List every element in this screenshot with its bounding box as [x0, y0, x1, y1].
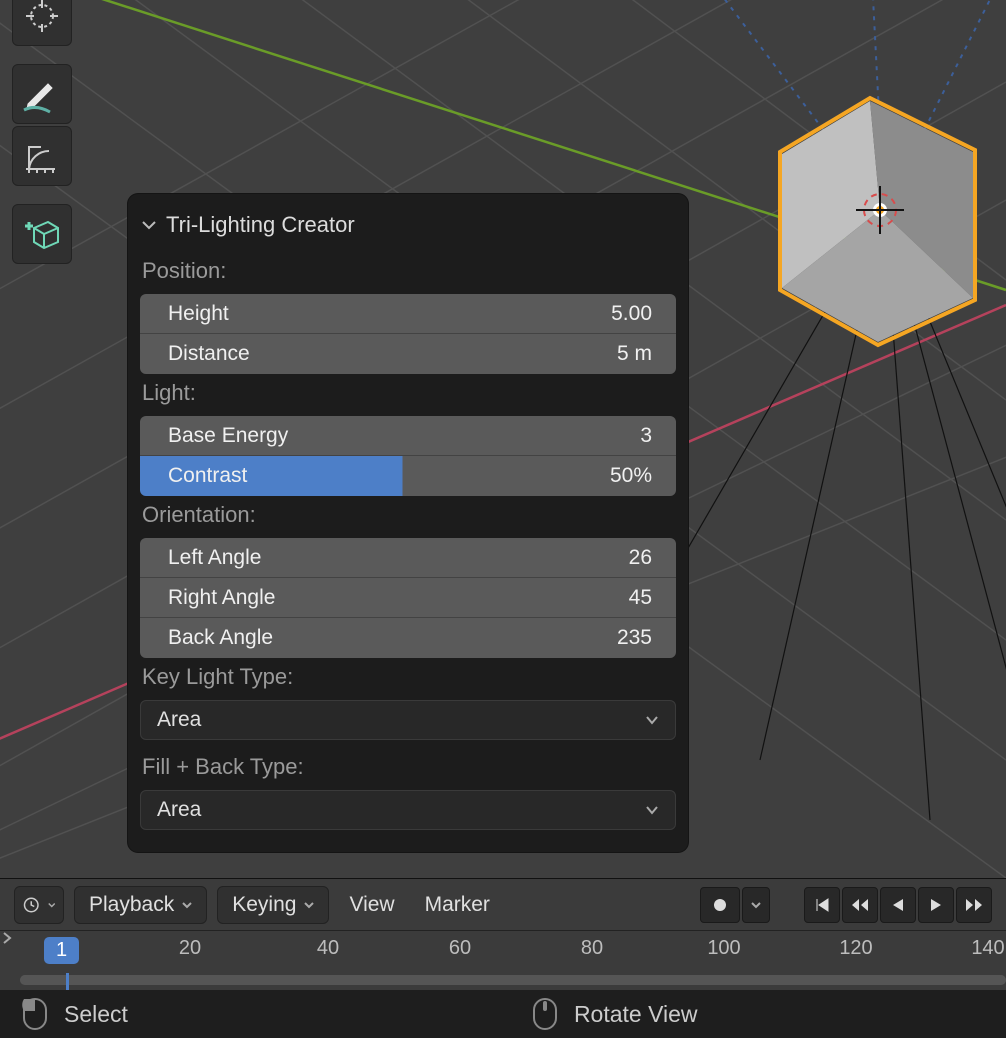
- next-keyframe-icon: [965, 897, 983, 913]
- play-icon: [929, 897, 943, 913]
- ruler-tick: 60: [449, 937, 471, 960]
- panel-title: Tri-Lighting Creator: [166, 212, 355, 238]
- selected-cube-object[interactable]: [770, 90, 990, 350]
- playback-menu[interactable]: Playback: [74, 886, 207, 924]
- field-height[interactable]: Height 5.00: [140, 294, 676, 334]
- dropdown-value: Area: [157, 798, 201, 822]
- play-reverse-button[interactable]: [880, 887, 916, 923]
- add-cube-icon: [22, 214, 62, 254]
- auto-keying-options[interactable]: [742, 887, 770, 923]
- field-value: 50%: [610, 464, 652, 488]
- chevron-down-icon: [645, 713, 659, 727]
- field-value: 26: [629, 546, 652, 570]
- current-frame-indicator[interactable]: 1: [44, 937, 79, 964]
- measure-tool-button[interactable]: [12, 126, 72, 186]
- operator-panel: Tri-Lighting Creator Position: Height 5.…: [128, 194, 688, 852]
- ruler-tick: 40: [317, 937, 339, 960]
- mouse-middle-icon: [532, 997, 558, 1031]
- jump-next-keyframe-button[interactable]: [956, 887, 992, 923]
- dropdown-value: Area: [157, 708, 201, 732]
- marker-menu[interactable]: Marker: [415, 893, 500, 917]
- field-label: Base Energy: [168, 424, 288, 448]
- field-label: Right Angle: [168, 586, 275, 610]
- field-right-angle[interactable]: Right Angle 45: [140, 578, 676, 618]
- playback-controls: [804, 887, 992, 923]
- skip-start-icon: [814, 897, 830, 913]
- status-text: Rotate View: [574, 1001, 698, 1028]
- transform-gizmo-icon: [24, 0, 60, 34]
- view-menu[interactable]: View: [339, 893, 404, 917]
- section-label-position: Position:: [140, 252, 676, 294]
- section-label-orientation: Orientation:: [140, 496, 676, 538]
- pencil-icon: [22, 74, 62, 114]
- field-label: Left Angle: [168, 546, 261, 570]
- ruler-tick: 100: [707, 937, 740, 960]
- field-label: Distance: [168, 342, 250, 366]
- jump-prev-keyframe-button[interactable]: [842, 887, 878, 923]
- timeline-header: Playback Keying View Marker: [0, 879, 1006, 931]
- jump-to-start-button[interactable]: [804, 887, 840, 923]
- field-value: 235: [617, 626, 652, 650]
- field-value: 5.00: [611, 302, 652, 326]
- field-base-energy[interactable]: Base Energy 3: [140, 416, 676, 456]
- field-distance[interactable]: Distance 5 m: [140, 334, 676, 374]
- dropdown-key-light-type[interactable]: Area: [140, 700, 676, 740]
- field-back-angle[interactable]: Back Angle 235: [140, 618, 676, 658]
- transform-tool-button[interactable]: [12, 0, 72, 46]
- section-label-fill-type: Fill + Back Type:: [140, 740, 676, 790]
- record-icon: [713, 898, 727, 912]
- ruler-icon: [23, 137, 61, 175]
- play-button[interactable]: [918, 887, 954, 923]
- add-cube-tool-button[interactable]: [12, 204, 72, 264]
- status-bar: Select Rotate View: [0, 990, 1006, 1038]
- timeline-area: Playback Keying View Marker: [0, 878, 1006, 1038]
- menu-label: Playback: [89, 893, 174, 917]
- chevron-down-icon: [751, 900, 761, 910]
- field-label: Contrast: [168, 464, 247, 488]
- field-label: Height: [168, 302, 229, 326]
- chevron-down-icon: [182, 900, 192, 910]
- auto-keying-group: [700, 887, 770, 923]
- chevron-down-icon: [304, 900, 314, 910]
- ruler-tick: 20: [179, 937, 201, 960]
- clock-icon: [23, 894, 40, 916]
- status-text: Select: [64, 1001, 128, 1028]
- auto-keying-toggle[interactable]: [700, 887, 740, 923]
- section-label-key-type: Key Light Type:: [140, 658, 676, 700]
- field-value: 45: [629, 586, 652, 610]
- chevron-down-icon: [140, 216, 158, 234]
- ruler-tick: 120: [839, 937, 872, 960]
- mouse-left-icon: [22, 997, 48, 1031]
- status-left: Select: [0, 997, 150, 1031]
- field-contrast[interactable]: Contrast 50%: [140, 456, 676, 496]
- ruler-tick: 140: [971, 937, 1004, 960]
- status-right: Rotate View: [510, 997, 720, 1031]
- expand-icon[interactable]: [0, 931, 14, 945]
- ruler-tick: 80: [581, 937, 603, 960]
- dropdown-fill-back-type[interactable]: Area: [140, 790, 676, 830]
- viewport-3d[interactable]: Tri-Lighting Creator Position: Height 5.…: [0, 0, 1006, 878]
- play-reverse-icon: [891, 897, 905, 913]
- field-value: 5 m: [617, 342, 652, 366]
- annotate-tool-button[interactable]: [12, 64, 72, 124]
- timeline-ruler[interactable]: 1 20 40 60 80 100 120 140: [0, 931, 1006, 991]
- left-toolbar: [12, 0, 72, 264]
- field-label: Back Angle: [168, 626, 273, 650]
- prev-keyframe-icon: [851, 897, 869, 913]
- chevron-down-icon: [645, 803, 659, 817]
- field-value: 3: [640, 424, 652, 448]
- keying-menu[interactable]: Keying: [217, 886, 329, 924]
- timeline-scrollbar[interactable]: [20, 975, 1006, 985]
- timeline-editor-type-button[interactable]: [14, 886, 64, 924]
- chevron-down-icon: [48, 900, 56, 910]
- field-left-angle[interactable]: Left Angle 26: [140, 538, 676, 578]
- menu-label: Keying: [232, 893, 296, 917]
- section-label-light: Light:: [140, 374, 676, 416]
- panel-header[interactable]: Tri-Lighting Creator: [140, 210, 676, 252]
